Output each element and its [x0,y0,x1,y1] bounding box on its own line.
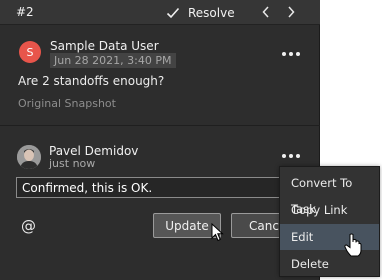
comment-edit-input[interactable] [16,177,312,198]
comment-header: #2 Resolve [0,0,320,25]
resolve-button[interactable]: Resolve [166,3,235,22]
comment-number: #2 [16,5,34,19]
more-options-button[interactable] [281,47,301,61]
more-dot-icon [282,154,286,158]
menu-item-convert-to-task[interactable]: Convert To Task [280,170,379,216]
more-dot-icon [296,52,300,56]
more-dot-icon [289,52,293,56]
mention-button[interactable]: @ [21,217,36,235]
more-options-button[interactable] [281,149,301,163]
chevron-left-icon [262,6,269,18]
comment-time: just now [49,157,96,170]
comments-panel: #2 Resolve S Sample Data User Jun 28 202… [0,0,320,280]
resolve-label: Resolve [188,5,235,20]
comment-item: S Sample Data User Jun 28 2021, 3:40 PM … [0,26,320,126]
hand-pointer-icon [344,233,362,257]
next-comment-button[interactable] [283,4,299,20]
comment-date: Jun 28 2021, 3:40 PM [50,53,176,68]
avatar [17,145,41,169]
avatar: S [19,41,41,63]
menu-item-edit[interactable]: Edit [280,224,379,250]
user-photo-icon [17,145,41,169]
more-dot-icon [289,154,293,158]
more-dot-icon [296,154,300,158]
menu-item-copy-link[interactable]: Copy Link [280,197,379,223]
chevron-right-icon [288,6,295,18]
checkmark-icon [166,7,180,18]
comment-author: Sample Data User [50,39,159,53]
comment-text: Are 2 standoffs enough? [18,74,165,88]
previous-comment-button[interactable] [258,4,274,20]
comment-author: Pavel Demidov [49,144,139,158]
menu-item-delete[interactable]: Delete [280,251,379,277]
context-menu: Convert To Task Copy Link Edit Delete [279,166,380,277]
original-snapshot-link[interactable]: Original Snapshot [18,97,116,110]
more-dot-icon [282,52,286,56]
mouse-pointer-icon [211,223,224,242]
